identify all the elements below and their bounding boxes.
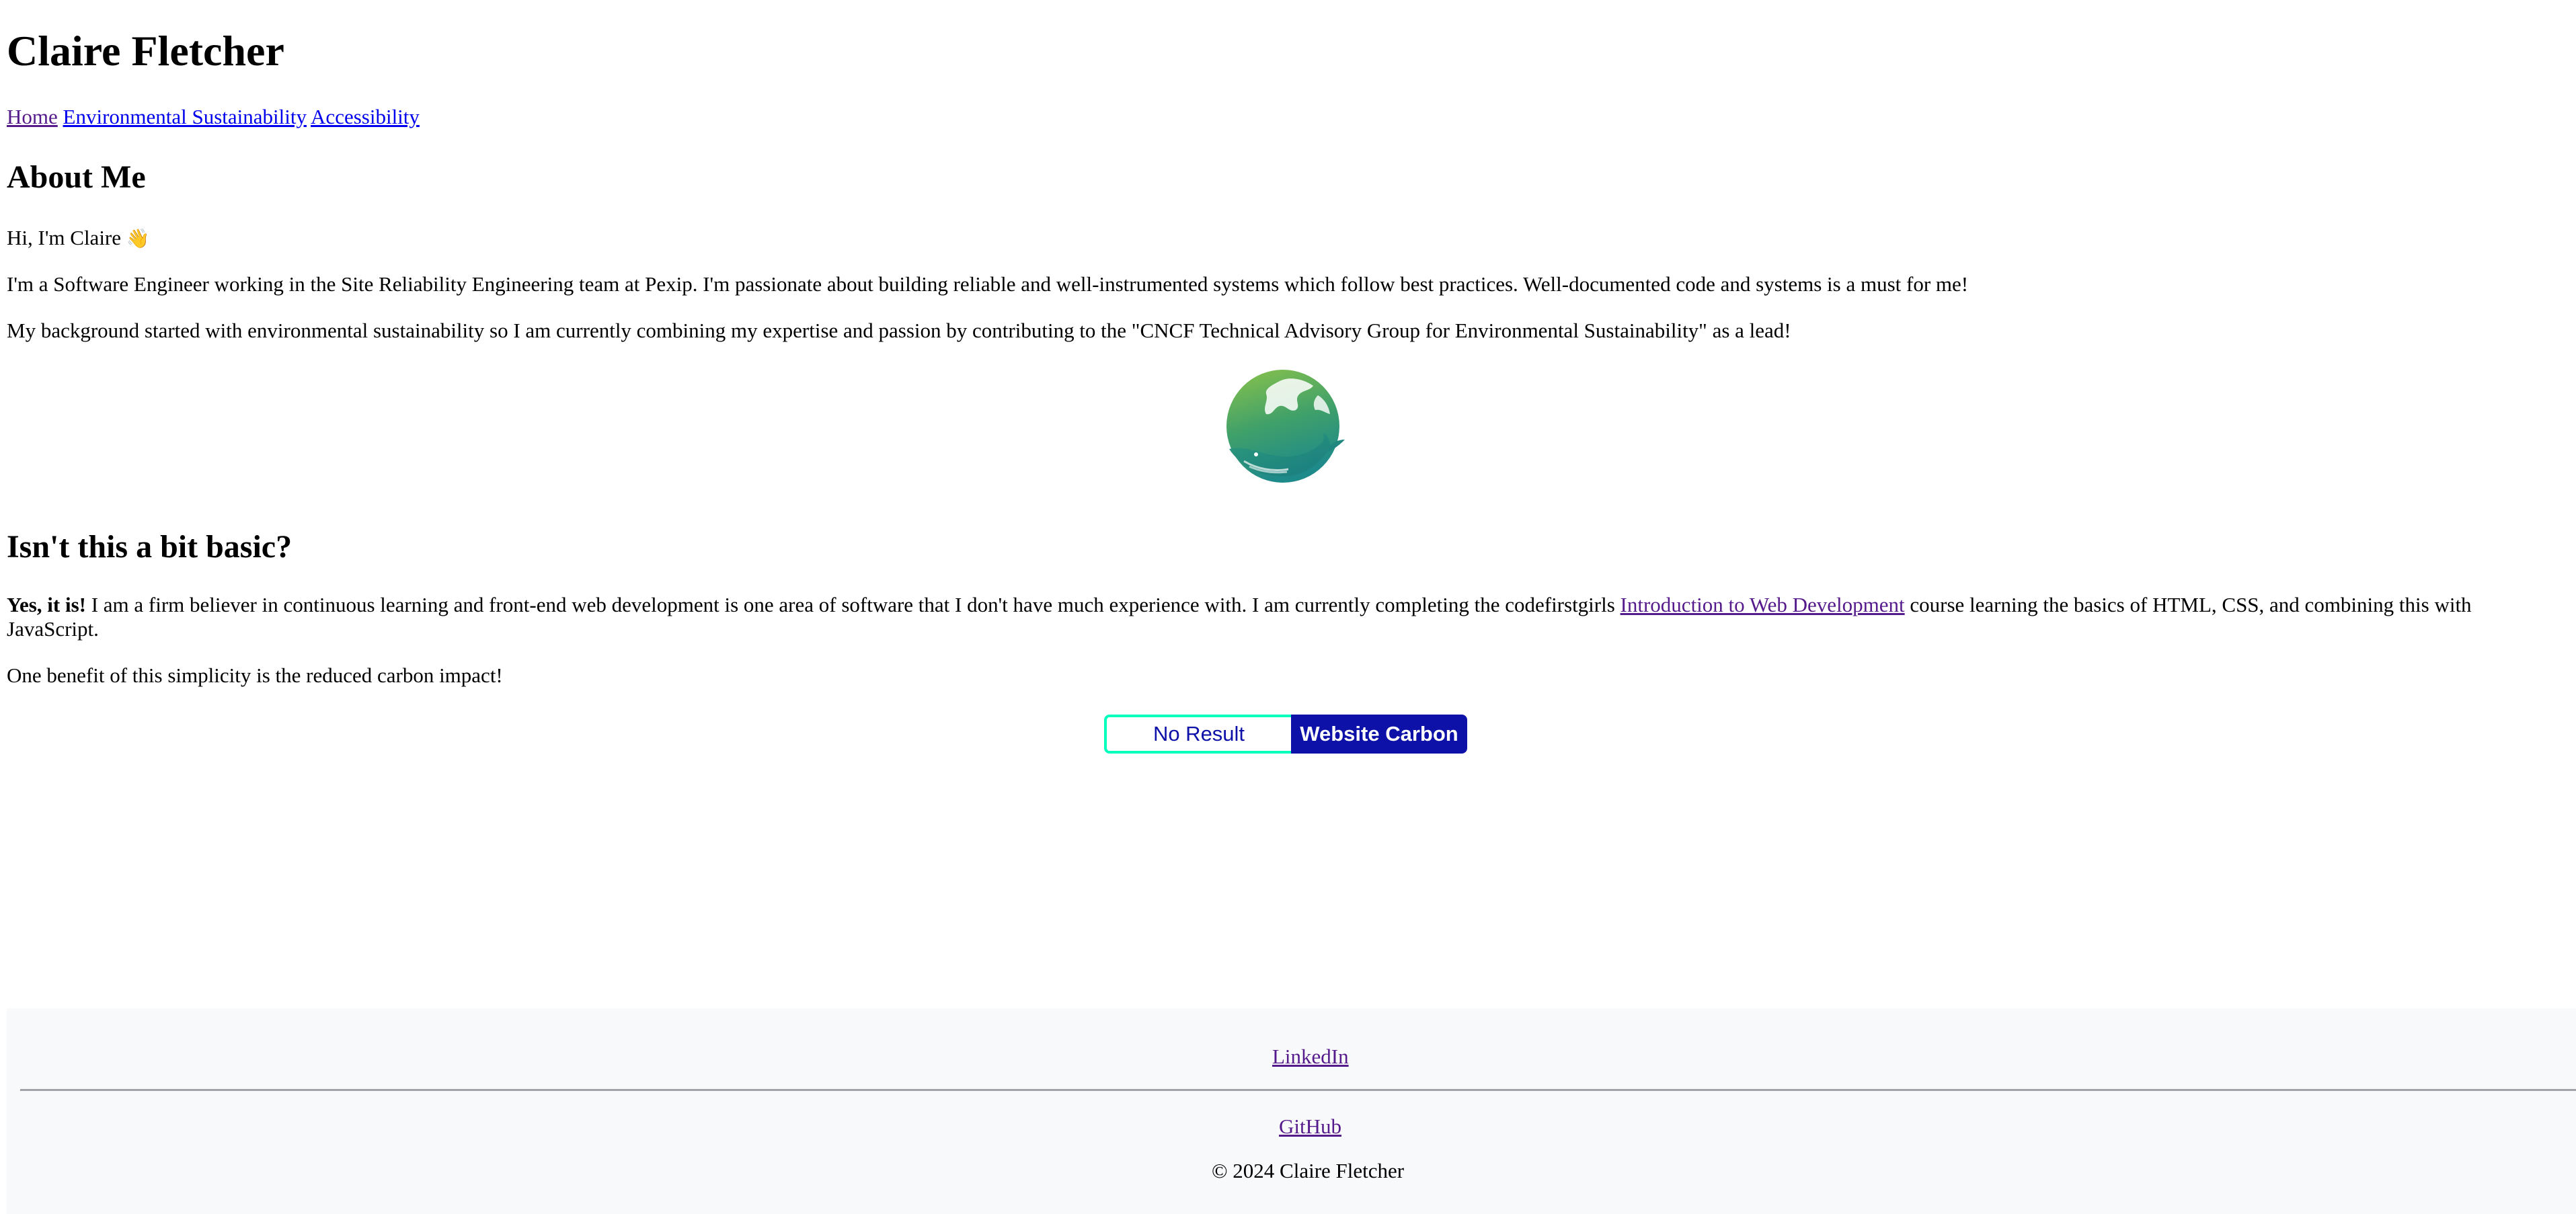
intro-paragraph: I'm a Software Engineer working in the S…	[7, 272, 1969, 296]
greeting-label: Hi, I'm Claire	[7, 226, 122, 249]
greeting-text: Hi, I'm Claire 👋	[7, 226, 150, 251]
waving-hand-icon: 👋	[126, 227, 150, 249]
about-heading: About Me	[7, 159, 146, 195]
basic-text-before-link: I am a firm believer in continuous learn…	[85, 593, 1621, 616]
github-link[interactable]: GitHub	[1279, 1115, 1341, 1139]
basic-bold-lead: Yes, it is!	[7, 593, 86, 616]
basic-heading: Isn't this a bit basic?	[7, 529, 292, 565]
carbon-result: No Result	[1104, 715, 1291, 754]
footer: LinkedIn GitHub © 2024 Claire Fletcher	[7, 1008, 2576, 1214]
main-nav: Home Environmental Sustainability Access…	[7, 102, 420, 132]
linkedin-link[interactable]: LinkedIn	[1272, 1045, 1349, 1069]
nav-link-home[interactable]: Home	[7, 105, 58, 128]
page-title: Claire Fletcher	[7, 27, 284, 75]
benefit-paragraph: One benefit of this simplicity is the re…	[7, 663, 503, 687]
page: Claire Fletcher Home Environmental Susta…	[0, 0, 2576, 1214]
website-carbon-badge: No Result Website Carbon	[1104, 715, 1467, 754]
background-paragraph: My background started with environmental…	[7, 319, 1791, 342]
earth-whale-logo	[1226, 370, 1345, 483]
basic-paragraph: Yes, it is! I am a firm believer in cont…	[7, 593, 2495, 641]
footer-divider	[20, 1089, 2576, 1091]
course-link[interactable]: Introduction to Web Development	[1621, 593, 1905, 616]
website-carbon-link[interactable]: Website Carbon	[1291, 715, 1467, 754]
nav-link-environmental-sustainability[interactable]: Environmental Sustainability	[63, 105, 307, 128]
nav-link-accessibility[interactable]: Accessibility	[311, 105, 420, 128]
copyright-text: © 2024 Claire Fletcher	[1212, 1159, 1405, 1182]
